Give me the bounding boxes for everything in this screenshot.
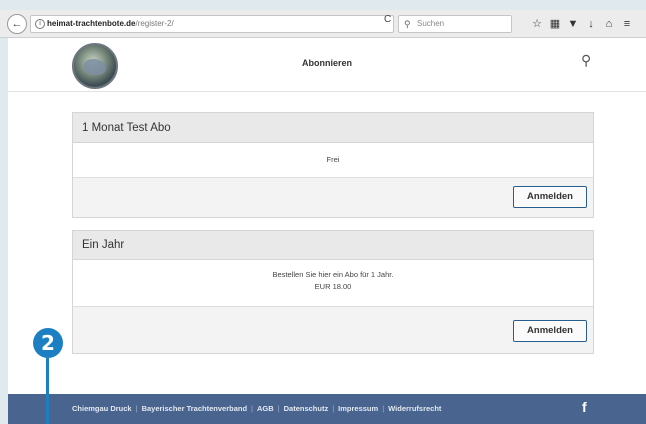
plan-description: Frei xyxy=(73,143,593,177)
footer-link-impressum[interactable]: Impressum xyxy=(338,404,378,413)
signup-button[interactable]: Anmelden xyxy=(513,186,587,208)
site-header: Abonnieren ⚲ xyxy=(8,38,646,92)
footer-separator: | xyxy=(332,404,335,413)
plan-footer: Anmelden xyxy=(73,177,593,217)
plan-title: Ein Jahr xyxy=(73,231,593,260)
footer-link-widerrufsrecht[interactable]: Widerrufsrecht xyxy=(388,404,441,413)
callout-number-badge: 2 xyxy=(33,328,63,358)
url-host: heimat-trachtenbote.de xyxy=(47,19,136,28)
star-icon[interactable]: ☆ xyxy=(528,14,546,34)
plan-card-trial: 1 Monat Test Abo Frei Anmelden xyxy=(72,112,594,218)
url-bar[interactable]: i heimat-trachtenbote.de/register-2/ xyxy=(30,15,394,33)
footer-links: Chiemgau Druck | Bayerischer Trachtenverba… xyxy=(72,394,441,424)
browser-search-input[interactable]: ⚲ Suchen xyxy=(398,15,512,33)
footer-link-chiemgau-druck[interactable]: Chiemgau Druck xyxy=(72,404,132,413)
reload-icon[interactable]: C xyxy=(384,14,391,25)
browser-toolbar: ← i heimat-trachtenbote.de/register-2/ C… xyxy=(0,10,646,38)
info-icon[interactable]: i xyxy=(35,19,45,29)
footer-separator: | xyxy=(382,404,385,413)
plan-footer: Anmelden xyxy=(73,306,593,353)
pocket-icon[interactable]: ▼ xyxy=(564,14,582,34)
plan-description-text: Frei xyxy=(326,155,340,164)
plan-description: Bestellen Sie hier ein Abo für 1 Jahr. E… xyxy=(73,260,593,306)
search-icon: ⚲ xyxy=(404,19,411,29)
plan-description-text: Bestellen Sie hier ein Abo für 1 Jahr. xyxy=(272,270,394,279)
browser-toolbar-icons: ☆ ▦ ▼ ↓ ⌂ ≡ xyxy=(528,14,636,34)
menu-icon[interactable]: ≡ xyxy=(618,14,636,34)
home-icon[interactable]: ⌂ xyxy=(600,14,618,34)
site-footer: Chiemgau Druck | Bayerischer Trachtenverba… xyxy=(8,394,646,424)
signup-button[interactable]: Anmelden xyxy=(513,320,587,342)
page-title: Abonnieren xyxy=(301,58,352,68)
plan-card-year: Ein Jahr Bestellen Sie hier ein Abo für … xyxy=(72,230,594,354)
search-icon[interactable]: ⚲ xyxy=(581,52,591,69)
url-path: /register-2/ xyxy=(135,19,174,28)
footer-separator: | xyxy=(251,404,253,413)
back-arrow-icon[interactable]: ← xyxy=(7,14,27,34)
footer-separator: | xyxy=(135,404,138,413)
reader-icon[interactable]: ▦ xyxy=(546,14,564,34)
footer-link-trachtenverband[interactable]: Bayerischer Trachtenverband xyxy=(142,404,247,413)
footer-link-datenschutz[interactable]: Datenschutz xyxy=(284,404,329,413)
plan-price: EUR 18.00 xyxy=(314,282,352,291)
plan-title: 1 Monat Test Abo xyxy=(73,113,593,143)
footer-link-agb[interactable]: AGB xyxy=(257,404,274,413)
footer-separator: | xyxy=(277,404,280,413)
facebook-icon[interactable]: f xyxy=(582,399,587,415)
browser-search-placeholder: Suchen xyxy=(417,19,445,28)
download-icon[interactable]: ↓ xyxy=(582,14,600,34)
callout-pointer-line xyxy=(46,358,49,424)
main-content: 1 Monat Test Abo Frei Anmelden Ein Jahr … xyxy=(8,92,646,394)
